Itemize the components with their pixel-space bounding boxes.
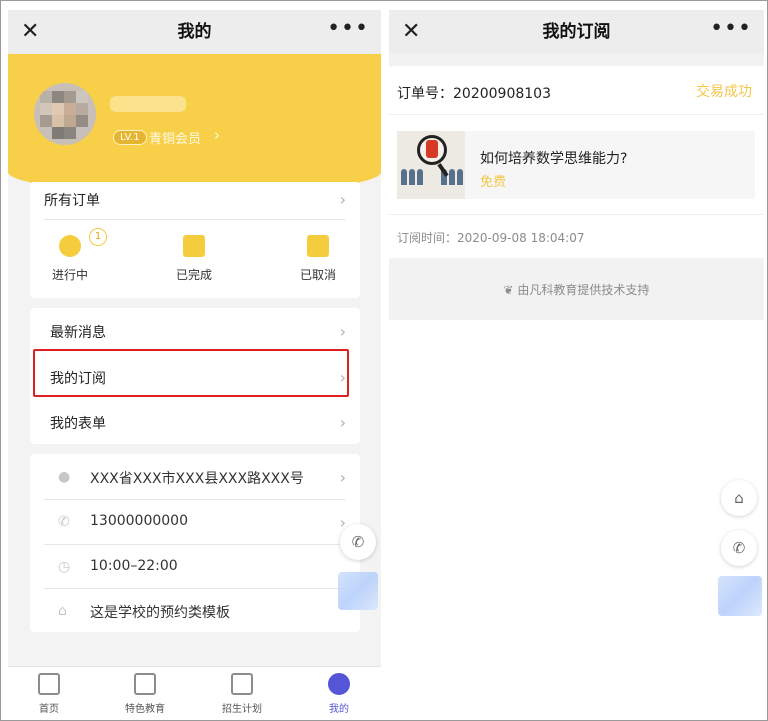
bottom-tab-bar: 首页 特色教育 招生计划 我的 <box>8 666 381 718</box>
tech-support-label: 由凡科教育提供技术支持 <box>517 283 650 297</box>
phone-icon: ✆ <box>732 539 746 557</box>
home-icon: ⌂ <box>734 489 744 507</box>
top-nav-bar: ✕ 我的 ••• <box>8 10 381 54</box>
subscription-time-value: 2020-09-08 18:04:07 <box>457 231 585 245</box>
school-phone[interactable]: 13000000000 <box>90 513 188 529</box>
order-status-label: 进行中 <box>51 268 88 282</box>
phone-icon: ✆ <box>58 514 70 530</box>
home-float-button[interactable]: ⌂ <box>721 480 757 516</box>
crowd-figure <box>409 169 415 185</box>
all-orders-label[interactable]: 所有订单 <box>44 190 100 210</box>
blurred-qr-widget[interactable] <box>718 576 762 616</box>
order-number-value: 20200908103 <box>453 86 551 102</box>
divider <box>44 499 346 500</box>
tab-label: 我的 <box>329 704 349 715</box>
home-icon <box>38 673 60 695</box>
top-nav-bar: ✕ 我的订阅 ••• <box>389 10 764 54</box>
location-icon: ● <box>58 469 71 485</box>
divider <box>44 544 346 545</box>
member-level-label[interactable]: 青铜会员 <box>149 128 201 147</box>
user-icon <box>328 673 350 695</box>
tab-label: 特色教育 <box>125 704 165 715</box>
cancelled-icon <box>307 235 329 257</box>
subscription-time-label: 订阅时间： <box>397 231 458 245</box>
chevron-right-icon: › <box>339 190 346 209</box>
template-note: 这是学校的预约类模板 <box>90 605 230 621</box>
tab-admission-plan[interactable]: 招生计划 <box>207 673 277 715</box>
subscription-product[interactable]: 如何培养数学思维能力? 免费 <box>397 131 755 199</box>
highlighted-figure <box>426 140 438 158</box>
calendar-icon <box>231 673 253 695</box>
order-in-progress[interactable]: 1 进行中 <box>40 228 107 283</box>
chevron-right-icon: › <box>214 126 220 144</box>
menu-item-label: 最新消息 <box>50 325 106 341</box>
divider <box>44 219 346 220</box>
tab-label: 招生计划 <box>222 704 262 715</box>
page-title: 我的 <box>177 22 212 42</box>
home-icon: ⌂ <box>58 603 67 619</box>
completed-icon <box>183 235 205 257</box>
tab-home[interactable]: 首页 <box>14 673 84 715</box>
call-float-button[interactable]: ✆ <box>721 530 757 566</box>
brand-leaf-icon: ❦ <box>503 283 518 297</box>
crowd-figure <box>401 169 407 185</box>
my-subscriptions-screen: ✕ 我的订阅 ••• 订单号：20200908103 交易成功 如何培养数学思维… <box>389 10 764 718</box>
call-float-button[interactable]: ✆ <box>340 524 376 560</box>
tech-support-text: ❦ 由凡科教育提供技术支持 <box>389 281 764 298</box>
more-icon[interactable]: ••• <box>710 18 752 40</box>
divider <box>389 214 764 215</box>
order-status-label: 已取消 <box>299 268 336 282</box>
chevron-right-icon: › <box>339 413 346 432</box>
order-number-label: 订单号： <box>397 86 453 102</box>
page-title: 我的订阅 <box>542 22 611 42</box>
school-address[interactable]: XXX省XXX市XXX县XXX路XXX号 <box>90 468 304 488</box>
in-progress-icon: 1 <box>59 228 107 257</box>
product-title: 如何培养数学思维能力? <box>480 151 628 167</box>
tab-label: 首页 <box>39 704 59 715</box>
order-status-label: 已完成 <box>175 268 212 282</box>
highlight-box <box>33 349 349 397</box>
divider <box>389 114 764 115</box>
crowd-figure <box>449 169 455 185</box>
more-icon[interactable]: ••• <box>327 18 369 40</box>
tab-featured-education[interactable]: 特色教育 <box>110 673 180 715</box>
order-number: 订单号：20200908103 <box>397 83 551 103</box>
phone-icon: ✆ <box>351 533 365 551</box>
menu-item-label: 我的表单 <box>50 416 106 432</box>
subscription-time: 订阅时间：2020-09-08 18:04:07 <box>397 229 584 246</box>
order-cancelled[interactable]: 已取消 <box>288 235 348 283</box>
count-badge: 1 <box>89 228 107 246</box>
crowd-figure <box>417 169 423 185</box>
tab-mine[interactable]: 我的 <box>304 673 374 715</box>
product-thumbnail <box>397 131 465 199</box>
chevron-right-icon: › <box>339 468 346 487</box>
divider <box>44 588 346 589</box>
level-badge: LV.1 <box>113 130 147 145</box>
chevron-right-icon: › <box>339 322 346 341</box>
product-price: 免费 <box>480 175 507 190</box>
clock-icon: ◷ <box>58 559 71 575</box>
blurred-qr-widget[interactable] <box>338 572 378 610</box>
order-completed[interactable]: 已完成 <box>164 235 224 283</box>
trade-status: 交易成功 <box>696 84 752 100</box>
crowd-figure <box>457 169 463 185</box>
book-icon <box>134 673 156 695</box>
username-blurred <box>110 96 186 112</box>
magnifier-handle <box>437 163 449 177</box>
opening-hours: 10:00–22:00 <box>90 558 178 574</box>
section-gap <box>389 54 764 66</box>
avatar[interactable] <box>34 83 96 145</box>
